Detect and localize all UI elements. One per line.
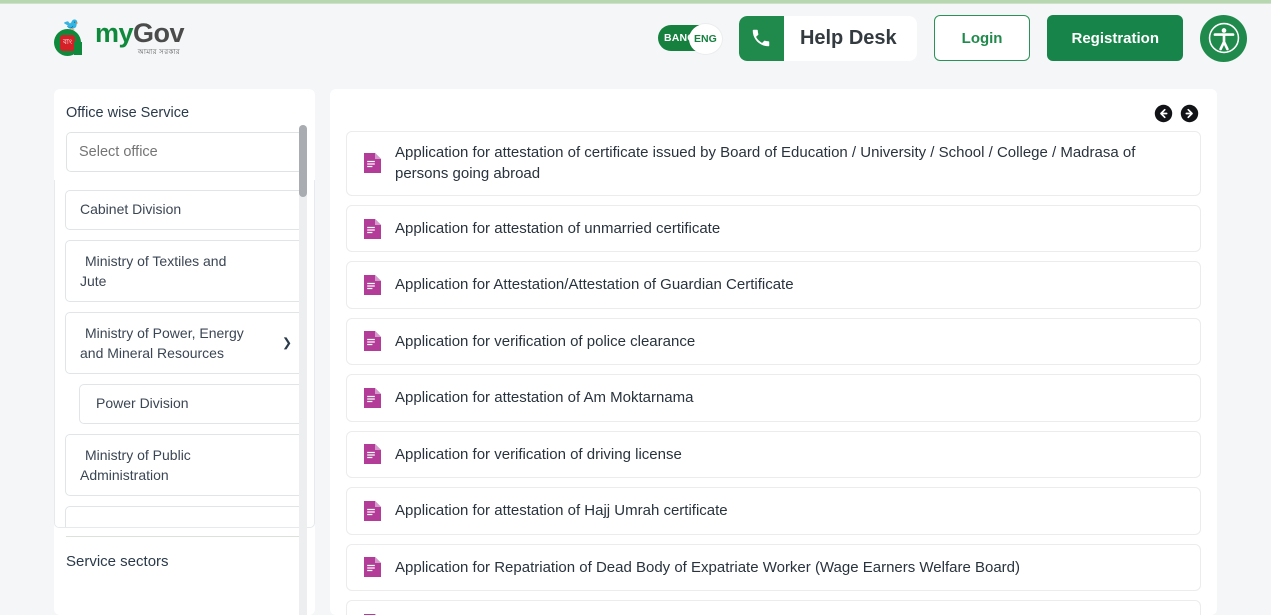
office-option-label: Ministry of Textiles and Jute [80, 252, 226, 292]
office-option-power-division[interactable]: Power Division [79, 384, 304, 424]
list-item[interactable]: Application for Repatriation of Dead Bod… [346, 544, 1201, 591]
service-label: Application for attestation of certifica… [395, 142, 1184, 185]
office-option-power-energy-mineral[interactable]: Ministry of Power, Energy and Mineral Re… [65, 312, 304, 374]
sidebar-scrollbar-thumb[interactable] [299, 125, 307, 197]
registration-button[interactable]: Registration [1047, 15, 1183, 61]
list-item[interactable]: Application for Repatriation of Dead Bod… [346, 600, 1201, 615]
office-option-label: Power Division [96, 394, 189, 414]
document-icon [364, 388, 381, 408]
logo-subtitle: আমার সরকার [138, 49, 184, 56]
service-label: Application for attestation of Am Moktar… [395, 387, 693, 408]
site-header: 🐦 বাং myGov আমার সরকার BANG ENG Help Des… [0, 4, 1271, 72]
logo-circle: বাং [54, 29, 81, 56]
sidebar-scrollbar-track[interactable] [299, 125, 307, 615]
service-list-panel: Application for attestation of certifica… [330, 89, 1217, 615]
phone-icon [739, 16, 784, 61]
service-items: Application for attestation of certifica… [346, 131, 1201, 615]
logo-emblem: 🐦 বাং [54, 18, 90, 58]
office-option-label: Cabinet Division [80, 200, 181, 220]
office-option-textiles-jute[interactable]: Ministry of Textiles and Jute [65, 240, 304, 302]
panel-title: Office wise Service [54, 105, 315, 132]
service-sectors-title: Service sectors [54, 537, 315, 570]
service-label: Application for Repatriation of Dead Bod… [395, 557, 1020, 578]
service-label: Application for Attestation/Attestation … [395, 274, 794, 295]
office-option-cabinet-division[interactable]: Cabinet Division [65, 190, 304, 230]
page-body: Office wise Service Cabinet Division Min… [0, 72, 1271, 615]
header-actions: BANG ENG Help Desk Login Registration [658, 15, 1247, 62]
list-item[interactable]: Application for attestation of Am Moktar… [346, 374, 1201, 421]
logo-wordmark: myGov আমার সরকার [95, 20, 184, 56]
document-icon [364, 501, 381, 521]
office-wise-service-panel: Office wise Service Cabinet Division Min… [54, 89, 315, 615]
mygov-logo[interactable]: 🐦 বাং myGov আমার সরকার [54, 18, 184, 58]
office-option-label: Ministry of Public Administration [80, 446, 191, 486]
accessibility-icon[interactable] [1200, 15, 1247, 62]
list-item[interactable]: Application for verification of police c… [346, 318, 1201, 365]
document-icon [364, 275, 381, 295]
service-label: Application for attestation of unmarried… [395, 218, 720, 239]
list-item[interactable]: Application for attestation of certifica… [346, 131, 1201, 196]
service-label: Application for verification of police c… [395, 331, 695, 352]
document-icon [364, 153, 381, 173]
logo-circle-text: বাং [60, 35, 75, 51]
office-option-label: Ministry of Power, Energy and Mineral Re… [80, 324, 244, 364]
document-icon [364, 557, 381, 577]
logo-word-my: my [95, 18, 133, 48]
list-item[interactable]: Application for attestation of unmarried… [346, 205, 1201, 252]
list-item[interactable]: Application for attestation of Hajj Umra… [346, 487, 1201, 534]
chevron-down-icon[interactable]: ❯ [282, 334, 292, 351]
language-toggle[interactable]: BANG ENG [658, 24, 722, 52]
carousel-nav [346, 101, 1201, 125]
list-item[interactable]: Application for verification of driving … [346, 431, 1201, 478]
language-option-english[interactable]: ENG [689, 24, 722, 54]
office-options-list: Cabinet Division Ministry of Textiles an… [54, 180, 315, 528]
select-office-input[interactable] [66, 132, 303, 172]
list-item[interactable]: Application for Attestation/Attestation … [346, 261, 1201, 308]
arrow-circle-left-icon[interactable] [1154, 104, 1173, 123]
help-desk-button[interactable]: Help Desk [739, 16, 917, 61]
select-office-wrap [54, 132, 315, 172]
help-desk-label: Help Desk [784, 27, 897, 50]
document-icon [364, 219, 381, 239]
office-option-partial[interactable] [65, 506, 304, 528]
document-icon [364, 444, 381, 464]
arrow-circle-right-icon[interactable] [1180, 104, 1199, 123]
login-button[interactable]: Login [934, 15, 1031, 61]
office-option-public-administration[interactable]: Ministry of Public Administration [65, 434, 304, 496]
document-icon [364, 331, 381, 351]
logo-word-gov: Gov [133, 18, 184, 48]
service-label: Application for verification of driving … [395, 444, 682, 465]
service-label: Application for attestation of Hajj Umra… [395, 500, 728, 521]
